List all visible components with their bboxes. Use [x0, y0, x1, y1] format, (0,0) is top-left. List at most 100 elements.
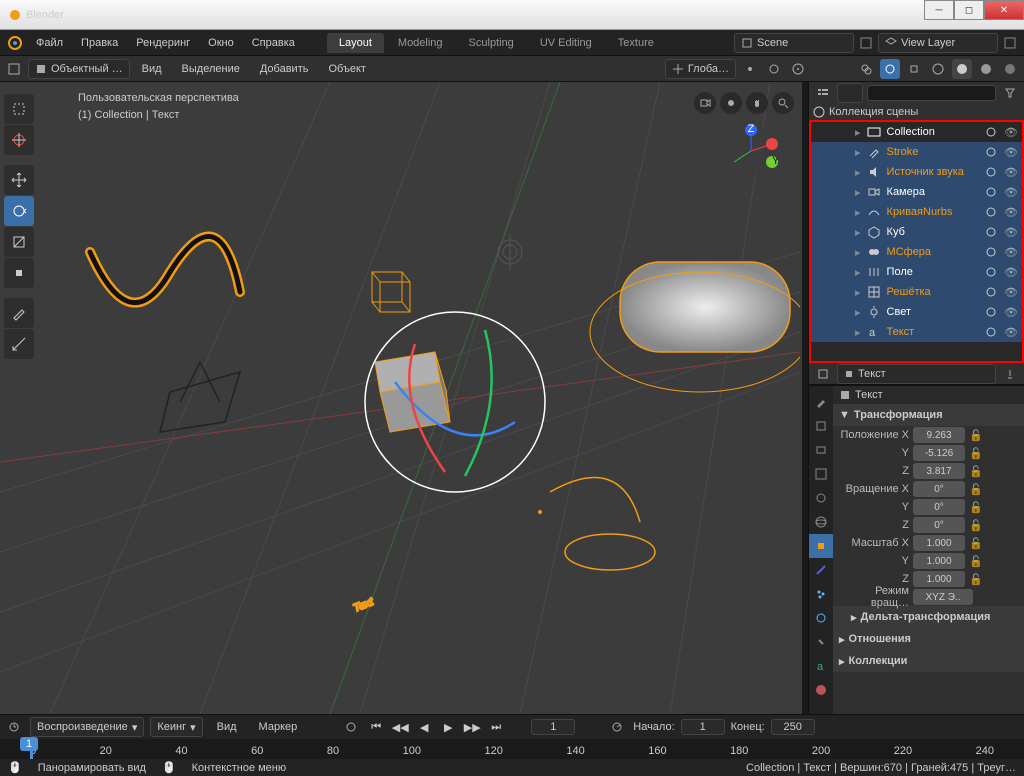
workspace-tab-layout[interactable]: Layout — [327, 33, 384, 53]
field-rot-x[interactable]: 0° — [913, 481, 965, 497]
outliner-item-collection[interactable]: ▸Collection👁 — [811, 122, 1022, 142]
minimize-button[interactable]: ─ — [924, 0, 954, 20]
props-tab-scene[interactable] — [809, 486, 833, 510]
tool-select-box[interactable] — [4, 94, 34, 124]
jump-end-button[interactable]: ⏭ — [487, 718, 505, 736]
editor-type-dropdown[interactable] — [4, 59, 24, 79]
props-tab-render[interactable] — [809, 414, 833, 438]
jump-start-button[interactable]: ⏮ — [367, 718, 385, 736]
timeline-ruler[interactable]: 1 020406080100120140160180200220240 — [0, 739, 1024, 759]
field-scale-z[interactable]: 1.000 — [913, 571, 965, 587]
props-tab-object[interactable] — [809, 534, 833, 558]
end-frame[interactable]: 250 — [771, 719, 815, 735]
outliner-item-meta[interactable]: ▸МСфера👁 — [811, 242, 1022, 262]
tool-move[interactable] — [4, 165, 34, 195]
nav-gizmo[interactable]: Y Z — [724, 124, 778, 178]
menu-help[interactable]: Справка — [244, 33, 303, 53]
start-frame[interactable]: 1 — [681, 719, 725, 735]
tl-marker[interactable]: Маркер — [251, 717, 306, 737]
xray-button[interactable] — [904, 59, 924, 79]
shading-rendered[interactable] — [1000, 59, 1020, 79]
tool-transform[interactable] — [4, 258, 34, 288]
visibility-icon[interactable]: 👁 — [1004, 246, 1018, 259]
maximize-button[interactable]: ◻ — [954, 0, 984, 20]
outliner-item-light[interactable]: ▸Свет👁 — [811, 302, 1022, 322]
viewport-camera-icon[interactable] — [694, 92, 716, 114]
menu-edit[interactable]: Правка — [73, 33, 126, 53]
play-reverse-button[interactable]: ◀ — [415, 718, 433, 736]
tool-measure[interactable] — [4, 329, 34, 359]
field-scale-y[interactable]: 1.000 — [913, 553, 965, 569]
outliner-item-speaker[interactable]: ▸Источник звука👁 — [811, 162, 1022, 182]
viewport-zoom-icon[interactable] — [772, 92, 794, 114]
props-tab-data[interactable]: a — [809, 654, 833, 678]
outliner-item-gp[interactable]: ▸Stroke👁 — [811, 142, 1022, 162]
props-tab-world[interactable] — [809, 510, 833, 534]
props-tab-output[interactable] — [809, 438, 833, 462]
keying-dropdown[interactable]: Кеинг ▾ — [150, 717, 202, 737]
menu-file[interactable]: Файл — [28, 33, 71, 53]
tool-annotate[interactable] — [4, 298, 34, 328]
viewlayer-selector[interactable]: View Layer — [878, 33, 998, 53]
field-loc-x[interactable]: 9.263 — [913, 427, 965, 443]
viewport-record-icon[interactable] — [720, 92, 742, 114]
pivot-button[interactable] — [740, 59, 760, 79]
outliner-item-mesh[interactable]: ▸Куб👁 — [811, 222, 1022, 242]
panel-transform[interactable]: ▼ Трансформация — [833, 404, 1024, 426]
shading-wireframe[interactable] — [928, 59, 948, 79]
panel-delta[interactable]: ▸ Дельта-трансформация — [833, 606, 1024, 628]
outliner-root[interactable]: Коллекция сцены — [809, 104, 1024, 120]
lock-icon[interactable]: 🔓 — [969, 429, 983, 442]
playhead[interactable]: 1 — [30, 739, 33, 759]
header-view[interactable]: Вид — [134, 59, 170, 79]
scene-selector[interactable]: Scene — [734, 33, 854, 53]
outliner-item-lattice[interactable]: ▸Решётка👁 — [811, 282, 1022, 302]
proportional-button[interactable] — [788, 59, 808, 79]
mode-selector[interactable]: Объектный … — [28, 59, 130, 79]
outliner-item-curve[interactable]: ▸КриваяNurbs👁 — [811, 202, 1022, 222]
viewport-hand-icon[interactable] — [746, 92, 768, 114]
visibility-icon[interactable]: 👁 — [1004, 226, 1018, 239]
autokey-button[interactable] — [341, 717, 361, 737]
overlays-button[interactable] — [856, 59, 876, 79]
outliner-item-camera[interactable]: ▸Камера👁 — [811, 182, 1022, 202]
workspace-tab-texture[interactable]: Texture — [606, 33, 666, 53]
3d-viewport[interactable]: Text Пользовательская перспектива (1) Co… — [0, 82, 802, 714]
current-frame[interactable]: 1 — [531, 719, 575, 735]
props-tab-constraints[interactable] — [809, 630, 833, 654]
field-loc-y[interactable]: -5.126 — [913, 445, 965, 461]
play-button[interactable]: ▶ — [439, 718, 457, 736]
field-rot-mode[interactable]: XYZ Э.. — [913, 589, 973, 605]
tl-view[interactable]: Вид — [209, 717, 245, 737]
visibility-icon[interactable]: 👁 — [1004, 146, 1018, 159]
tool-cursor[interactable] — [4, 125, 34, 155]
keyframe-next-button[interactable]: ▶▶ — [463, 718, 481, 736]
timeline-type-icon[interactable] — [4, 717, 24, 737]
outliner-filter-icon[interactable] — [1000, 83, 1020, 103]
props-tab-material[interactable] — [809, 678, 833, 702]
shading-solid[interactable] — [952, 59, 972, 79]
props-tab-modifiers[interactable] — [809, 558, 833, 582]
props-context-pin[interactable]: Текст — [837, 364, 996, 384]
blender-logo-icon[interactable] — [4, 32, 26, 54]
pin-icon[interactable] — [1000, 364, 1020, 384]
props-tab-viewlayer[interactable] — [809, 462, 833, 486]
header-add[interactable]: Добавить — [252, 59, 317, 79]
preview-range-button[interactable] — [607, 717, 627, 737]
outliner-item-text[interactable]: ▸aТекст👁 — [811, 322, 1022, 342]
keyframe-prev-button[interactable]: ◀◀ — [391, 718, 409, 736]
outliner-display-mode[interactable] — [837, 83, 863, 103]
workspace-tab-modeling[interactable]: Modeling — [386, 33, 455, 53]
props-type-icon[interactable] — [813, 364, 833, 384]
outliner-item-force[interactable]: ▸Поле👁 — [811, 262, 1022, 282]
visibility-icon[interactable]: 👁 — [1004, 166, 1018, 179]
outliner-type-icon[interactable] — [813, 83, 833, 103]
orientation-selector[interactable]: Глоба… — [665, 59, 736, 79]
menu-window[interactable]: Окно — [200, 33, 242, 53]
panel-collections[interactable]: ▸ Коллекции — [833, 650, 1024, 672]
new-viewlayer-button[interactable] — [1000, 33, 1020, 53]
visibility-icon[interactable]: 👁 — [1004, 126, 1018, 139]
field-scale-x[interactable]: 1.000 — [913, 535, 965, 551]
new-scene-button[interactable] — [856, 33, 876, 53]
gizmo-button[interactable] — [880, 59, 900, 79]
